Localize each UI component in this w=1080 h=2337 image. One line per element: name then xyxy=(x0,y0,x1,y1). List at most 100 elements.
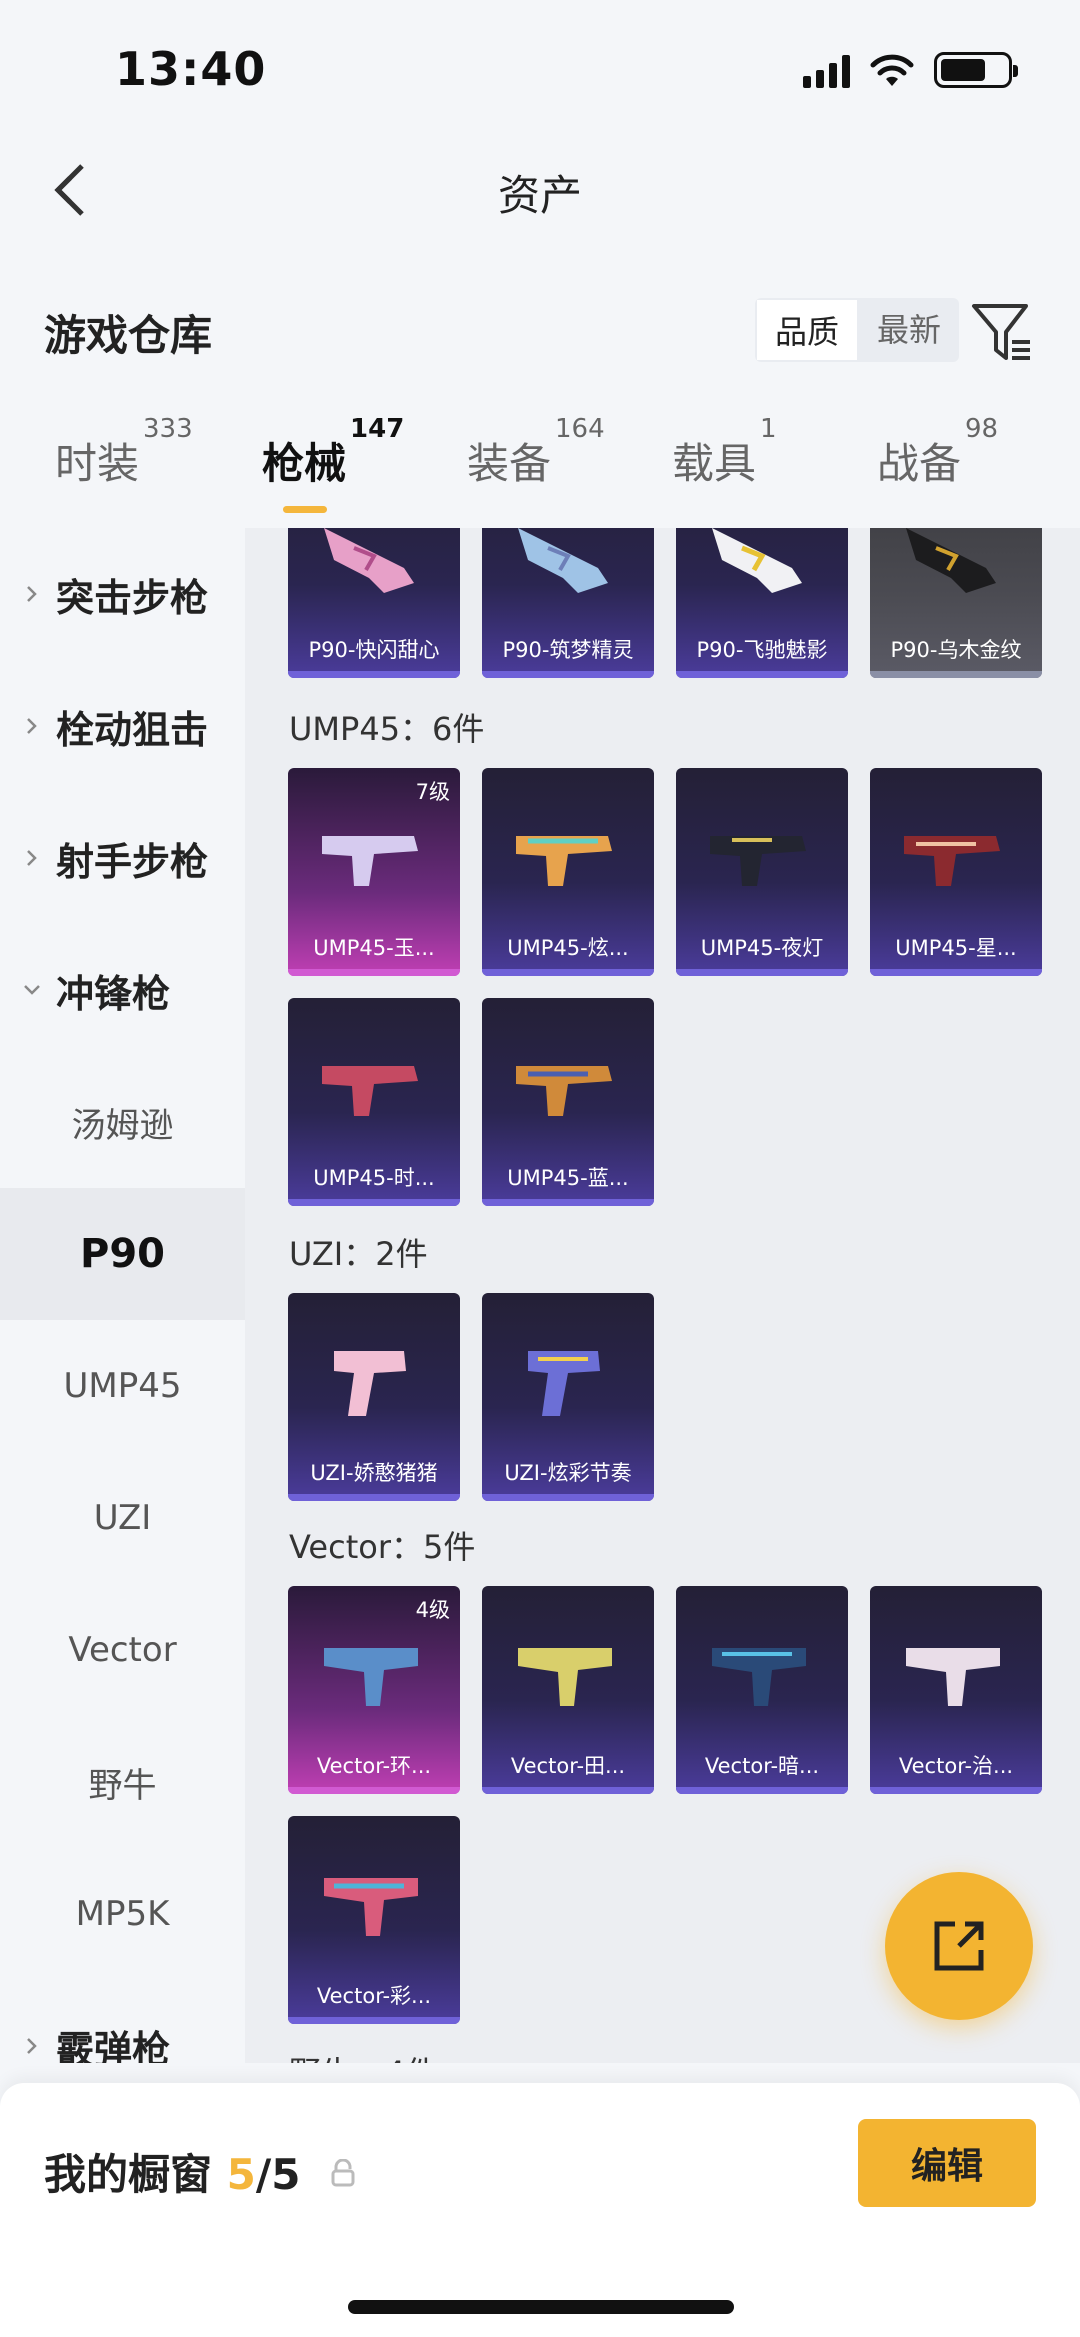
skin-card-uzi[interactable]: UZI-娇憨猪猪 xyxy=(288,1293,460,1501)
tab-vehicles[interactable]: 载具1 xyxy=(672,416,777,491)
warehouse-title: 游戏仓库 xyxy=(44,311,213,360)
tab-label: 枪械 xyxy=(262,439,347,488)
skin-name: P90-筑梦精灵 xyxy=(502,638,634,662)
gun-image-icon xyxy=(906,528,996,593)
skin-name: UZI-娇憨猪猪 xyxy=(310,1461,438,1485)
skin-name: UMP45-夜灯 xyxy=(700,936,824,960)
sidebar-item-ump45[interactable]: UMP45 xyxy=(0,1320,245,1452)
sidebar-group-label: 射手步枪 xyxy=(56,839,209,884)
sort-quality-button[interactable]: 品质 xyxy=(755,298,860,362)
gun-image-icon xyxy=(710,836,806,886)
category-tabs: 时装333 枪械147 装备164 载具1 战备98 xyxy=(0,416,1080,520)
weapon-sidebar: 突击步枪 栓动狙击 射手步枪 冲锋枪 汤姆逊 P90 UMP45 UZI Vec… xyxy=(0,528,245,2063)
skin-card-vector[interactable]: 4级 Vector-环... xyxy=(288,1586,460,1794)
gun-image-icon xyxy=(334,1351,406,1416)
skin-card-vector[interactable]: Vector-彩... xyxy=(288,1816,460,2024)
skin-name: Vector-治... xyxy=(898,1754,1014,1778)
gun-image-icon xyxy=(712,528,802,593)
nav-bar: 资产 xyxy=(0,140,1080,240)
share-button[interactable] xyxy=(885,1872,1033,2020)
skin-card-ump45[interactable]: UMP45-蓝... xyxy=(482,998,654,1206)
gun-image-icon xyxy=(322,1066,418,1116)
sidebar-group-marksman-rifle[interactable]: 射手步枪 xyxy=(0,792,245,924)
tab-supplies[interactable]: 战备98 xyxy=(877,416,998,491)
skin-card-ump45[interactable]: 7级 UMP45-玉... xyxy=(288,768,460,976)
sidebar-group-shotgun[interactable]: 霰弹枪 xyxy=(0,1980,245,2063)
showcase-total: /5 xyxy=(255,2150,301,2199)
skin-card-uzi[interactable]: UZI-炫彩节奏 xyxy=(482,1293,654,1501)
gun-image-icon xyxy=(324,528,414,593)
gun-image-icon xyxy=(906,1648,1000,1706)
status-bar: 13:40 xyxy=(0,0,1080,130)
showcase-panel: 我的橱窗 5/5 编辑 xyxy=(0,2083,1080,2337)
sidebar-item-vector[interactable]: Vector xyxy=(0,1584,245,1716)
showcase-label: 我的橱窗 xyxy=(44,2150,213,2199)
weapon-skin-list: P90-快闪甜心 P90-筑梦精灵 P90-飞驰魅影 P90-乌木金纹 UMP4… xyxy=(245,528,1080,2063)
skin-name: UMP45-时... xyxy=(313,1166,435,1190)
gun-image-icon xyxy=(322,836,418,886)
sort-newest-button[interactable]: 最新 xyxy=(859,298,959,362)
showcase-title: 我的橱窗 5/5 xyxy=(44,2141,300,2202)
home-indicator xyxy=(348,2300,734,2314)
wifi-icon xyxy=(870,54,914,86)
skin-card-vector[interactable]: Vector-暗... xyxy=(676,1586,848,1794)
sidebar-item-bison[interactable]: 野牛 xyxy=(0,1716,245,1848)
skin-card-ump45[interactable]: UMP45-星... xyxy=(870,768,1042,976)
skin-name: UMP45-星... xyxy=(895,936,1017,960)
gun-image-icon xyxy=(712,1648,806,1706)
sidebar-group-label: 栓动狙击 xyxy=(56,707,209,752)
skin-name: UZI-炫彩节奏 xyxy=(504,1461,632,1485)
sidebar-group-label: 霰弹枪 xyxy=(56,2027,171,2064)
section-title-bison: 野牛：4件 xyxy=(289,2048,437,2063)
sidebar-item-uzi[interactable]: UZI xyxy=(0,1452,245,1584)
tab-fashion[interactable]: 时装333 xyxy=(55,416,193,491)
gun-image-icon xyxy=(518,528,608,593)
section-title-uzi: UZI：2件 xyxy=(289,1235,428,1273)
sidebar-group-assault-rifle[interactable]: 突击步枪 xyxy=(0,528,245,660)
sidebar-item-mp5k[interactable]: MP5K xyxy=(0,1848,245,1980)
active-tab-indicator xyxy=(283,506,327,513)
gun-image-icon xyxy=(516,836,612,886)
chevron-right-icon xyxy=(27,2038,37,2054)
chevron-right-icon xyxy=(27,850,37,866)
skin-card-p90[interactable]: P90-乌木金纹 xyxy=(870,528,1042,678)
gun-image-icon xyxy=(324,1648,418,1706)
lock-icon xyxy=(331,2159,355,2187)
battery-icon xyxy=(934,52,1018,88)
chevron-right-icon xyxy=(27,718,37,734)
skin-name: P90-快闪甜心 xyxy=(308,638,440,662)
skin-card-p90[interactable]: P90-飞驰魅影 xyxy=(676,528,848,678)
tab-label: 战备 xyxy=(877,439,962,488)
sidebar-group-smg[interactable]: 冲锋枪 xyxy=(0,924,245,1056)
sidebar-item-thompson[interactable]: 汤姆逊 xyxy=(0,1056,245,1188)
skin-card-ump45[interactable]: UMP45-炫... xyxy=(482,768,654,976)
skin-card-vector[interactable]: Vector-治... xyxy=(870,1586,1042,1794)
tab-equipment[interactable]: 装备164 xyxy=(467,416,605,491)
sort-toggle: 品质 最新 xyxy=(755,298,960,362)
skin-card-ump45[interactable]: UMP45-夜灯 xyxy=(676,768,848,976)
gun-image-icon xyxy=(518,1648,612,1706)
sidebar-group-bolt-sniper[interactable]: 栓动狙击 xyxy=(0,660,245,792)
tab-count: 164 xyxy=(555,414,605,444)
tab-firearms[interactable]: 枪械147 xyxy=(262,416,404,491)
sidebar-group-label: 冲锋枪 xyxy=(56,971,171,1016)
gun-image-icon xyxy=(904,836,1000,886)
filter-button[interactable] xyxy=(970,300,1034,364)
skin-card-p90[interactable]: P90-快闪甜心 xyxy=(288,528,460,678)
skin-name: Vector-环... xyxy=(316,1754,432,1778)
tab-count: 333 xyxy=(143,414,193,444)
showcase-used: 5 xyxy=(226,2150,256,2199)
skin-card-p90[interactable]: P90-筑梦精灵 xyxy=(482,528,654,678)
skin-card-vector[interactable]: Vector-田... xyxy=(482,1586,654,1794)
section-title-ump45: UMP45：6件 xyxy=(289,710,485,748)
page-title: 资产 xyxy=(497,171,582,220)
status-icons xyxy=(803,52,1018,88)
tab-label: 载具 xyxy=(672,439,757,488)
gun-image-icon xyxy=(324,1878,418,1936)
skin-card-ump45[interactable]: UMP45-时... xyxy=(288,998,460,1206)
tab-count: 1 xyxy=(760,414,777,444)
edit-button[interactable]: 编辑 xyxy=(858,2119,1036,2207)
warehouse-header: 游戏仓库 品质 最新 xyxy=(0,290,1080,370)
skin-name: Vector-暗... xyxy=(704,1754,820,1778)
sidebar-item-p90[interactable]: P90 xyxy=(0,1188,245,1320)
